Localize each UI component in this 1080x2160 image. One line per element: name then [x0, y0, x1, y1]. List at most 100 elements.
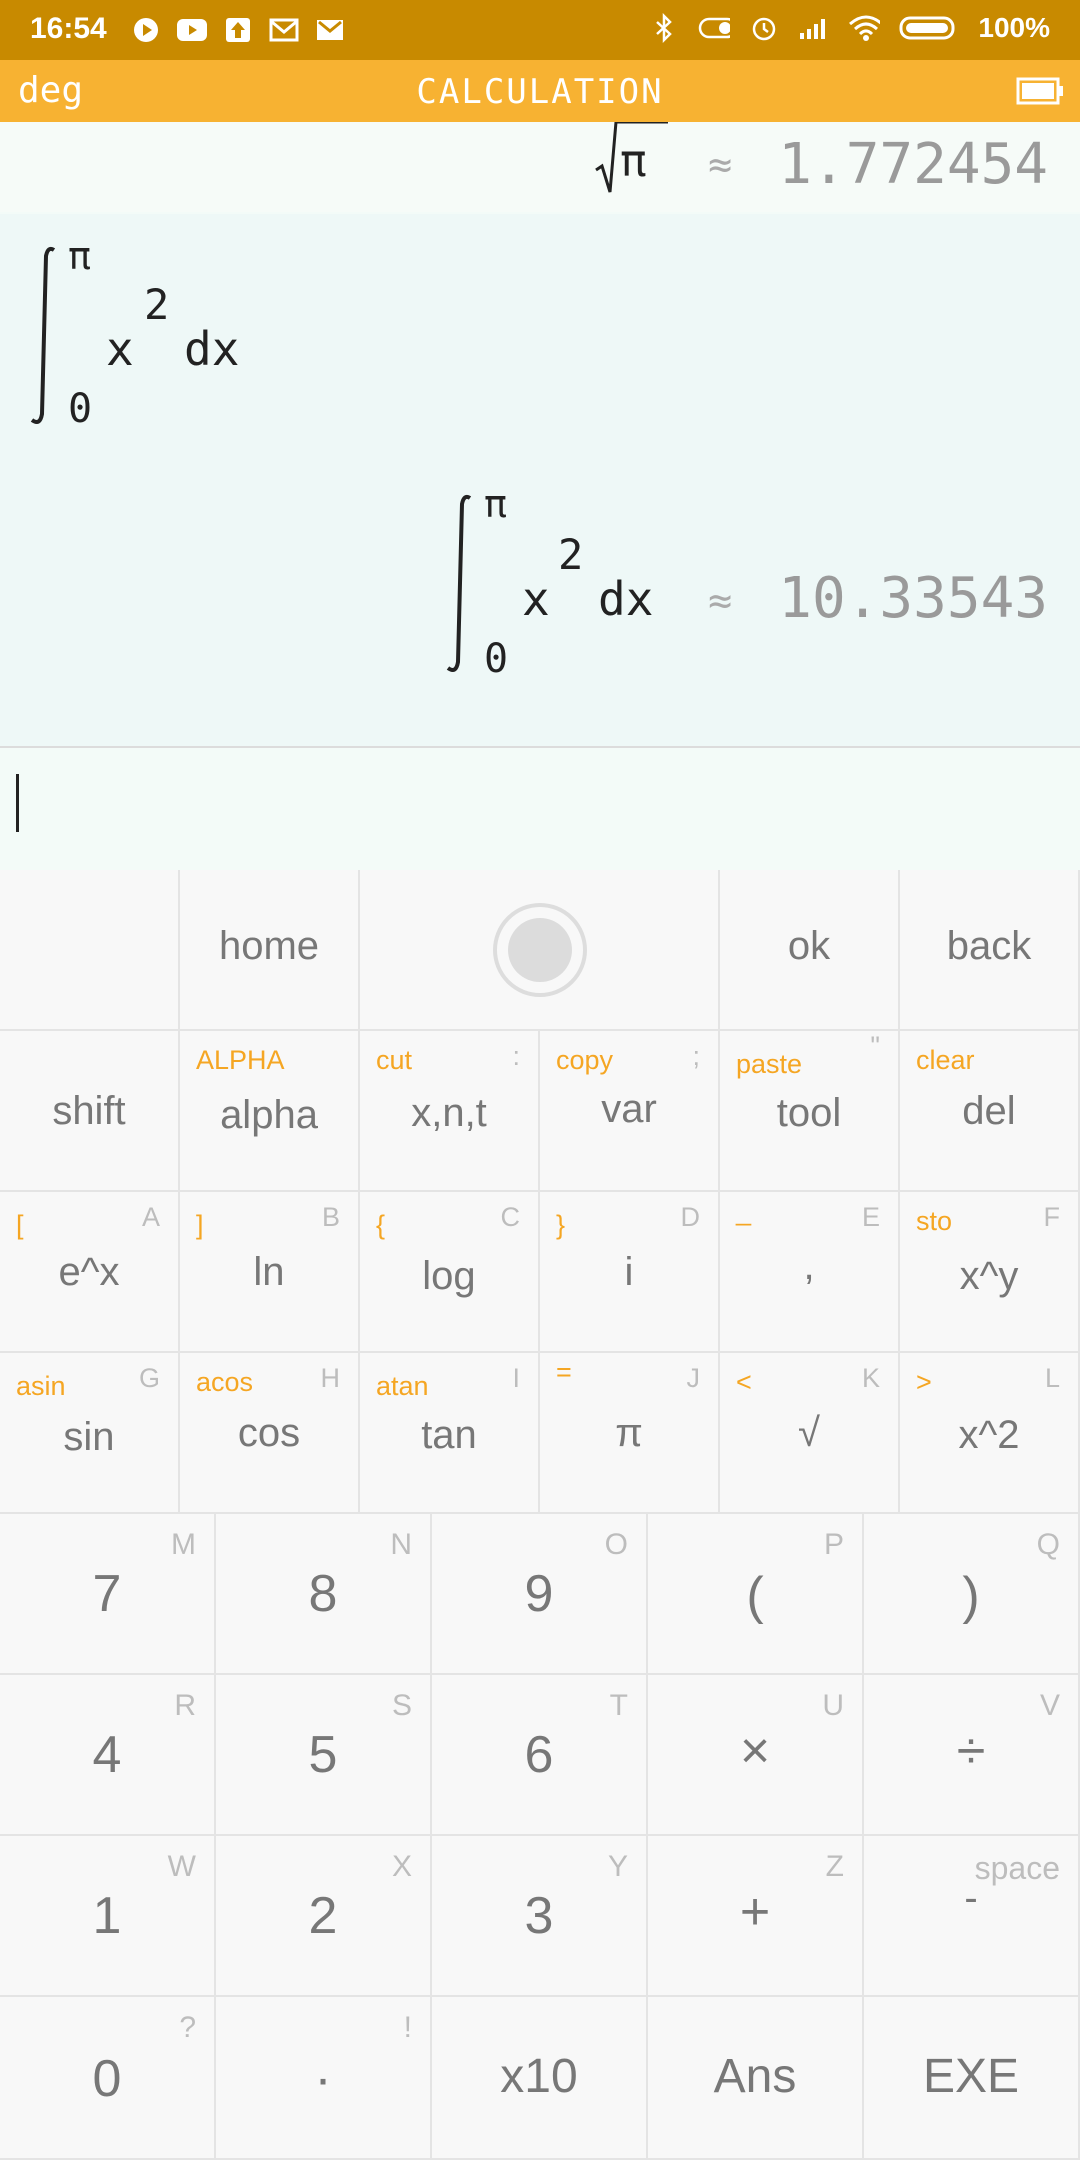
home-key[interactable]: home: [180, 870, 360, 1031]
status-bar: 16:54 100%: [0, 0, 1080, 60]
integral-sign-icon: [446, 494, 472, 672]
shift-key[interactable]: shift: [0, 1031, 180, 1192]
history-expression: π: [620, 136, 647, 187]
digit-9-key[interactable]: O 9: [432, 1514, 648, 1675]
del-key[interactable]: clear del: [900, 1031, 1080, 1192]
digit-3-key[interactable]: Y 3: [432, 1836, 648, 1997]
ln-key[interactable]: ] B ln: [180, 1192, 360, 1353]
pi-key[interactable]: = J π: [540, 1353, 720, 1514]
key-secondary-label: }: [556, 1210, 566, 1240]
key-label: back: [946, 924, 1032, 968]
key-secondary-label: =: [556, 1357, 572, 1387]
key-secondary-label: clear: [916, 1045, 975, 1075]
alarm-icon: [748, 12, 780, 44]
minus-key[interactable]: space -: [864, 1836, 1080, 1997]
calculation-history[interactable]: π ≈ 1.772454 π 0 x 2 dx π 0 x 2 dx ≈ 10.: [0, 122, 1080, 746]
history-result: 10.33543: [778, 566, 1048, 631]
plus-key[interactable]: Z +: [648, 1836, 864, 1997]
tool-key[interactable]: paste " tool: [720, 1031, 900, 1192]
multiply-key[interactable]: U ×: [648, 1675, 864, 1836]
battery-percent: 100%: [978, 12, 1050, 43]
key-label: +: [739, 1883, 771, 1941]
key-label: 5: [308, 1726, 338, 1784]
times-ten-key[interactable]: x10: [432, 1997, 648, 2160]
tan-key[interactable]: atan I tan: [360, 1353, 540, 1514]
key-alpha-label: B: [321, 1202, 340, 1232]
close-paren-key[interactable]: Q ): [864, 1514, 1080, 1675]
imaginary-key[interactable]: } D i: [540, 1192, 720, 1353]
key-alpha-label: U: [822, 1689, 844, 1722]
key-label: 1: [92, 1887, 122, 1945]
digit-7-key[interactable]: M 7: [0, 1514, 216, 1675]
key-alpha-label: V: [1039, 1689, 1060, 1722]
digit-6-key[interactable]: T 6: [432, 1675, 648, 1836]
history-result: 1.772454: [778, 132, 1048, 197]
key-alpha-label: G: [138, 1363, 160, 1393]
ans-key[interactable]: Ans: [648, 1997, 864, 2160]
key-alpha-label: S: [391, 1689, 412, 1722]
log-key[interactable]: { C log: [360, 1192, 540, 1353]
cos-key[interactable]: acos H cos: [180, 1353, 360, 1514]
key-label: 4: [92, 1726, 122, 1784]
alpha-key[interactable]: ALPHA alpha: [180, 1031, 360, 1192]
key-secondary-label: ]: [196, 1210, 204, 1240]
key-label: log: [422, 1254, 476, 1298]
history-entry[interactable]: π ≈ 1.772454: [0, 122, 1080, 212]
key-secondary-label: [: [16, 1210, 24, 1240]
key-label: cos: [237, 1411, 301, 1455]
integrand-exponent: 2: [144, 280, 170, 329]
key-label: 2: [308, 1887, 338, 1945]
back-key[interactable]: back: [900, 870, 1080, 1031]
key-alpha-label: J: [686, 1363, 701, 1393]
blank-key: [0, 870, 180, 1031]
expression-input[interactable]: [0, 748, 1080, 870]
open-paren-key[interactable]: P (: [648, 1514, 864, 1675]
key-label: var: [601, 1087, 657, 1131]
dpad-key[interactable]: [360, 870, 720, 1031]
mail-icon: [268, 14, 300, 46]
ok-key[interactable]: ok: [720, 870, 900, 1031]
history-output-expression: π 0 x 2 dx: [440, 482, 700, 696]
key-label: 8: [308, 1565, 338, 1623]
upload-icon: [222, 14, 254, 46]
key-label: x^2: [958, 1413, 1020, 1457]
key-alpha-label: X: [391, 1850, 412, 1883]
key-label: tan: [421, 1413, 477, 1457]
sqrt-key[interactable]: < K √: [720, 1353, 900, 1514]
digit-0-key[interactable]: ? 0: [0, 1997, 216, 2160]
battery-status-icon: [898, 12, 960, 44]
key-label: -: [964, 1876, 978, 1920]
key-label: alpha: [220, 1093, 318, 1137]
dpad-circle-icon[interactable]: [493, 903, 587, 997]
digit-2-key[interactable]: X 2: [216, 1836, 432, 1997]
digit-4-key[interactable]: R 4: [0, 1675, 216, 1836]
comma-key[interactable]: _ E ,: [720, 1192, 900, 1353]
xnt-key[interactable]: cut : x,n,t: [360, 1031, 540, 1192]
notification-icons: [130, 14, 346, 46]
key-label: shift: [52, 1089, 126, 1133]
history-entry[interactable]: π 0 x 2 dx π 0 x 2 dx ≈ 10.33543: [0, 214, 1080, 746]
exe-key[interactable]: EXE: [864, 1997, 1080, 2160]
decimal-point-key[interactable]: ! ·: [216, 1997, 432, 2160]
var-key[interactable]: copy ; var: [540, 1031, 720, 1192]
key-label: x10: [500, 2050, 578, 2103]
key-label: √: [798, 1411, 820, 1455]
square-key[interactable]: > L x^2: [900, 1353, 1080, 1514]
sin-key[interactable]: asin G sin: [0, 1353, 180, 1514]
keypad: home ok back shift ALPHA alpha cut : x,n…: [0, 870, 1080, 2160]
digit-1-key[interactable]: W 1: [0, 1836, 216, 1997]
digit-5-key[interactable]: S 5: [216, 1675, 432, 1836]
power-key[interactable]: sto F x^y: [900, 1192, 1080, 1353]
key-label: π: [615, 1411, 643, 1455]
key-secondary-label: acos: [196, 1367, 254, 1397]
divide-key[interactable]: V ÷: [864, 1675, 1080, 1836]
key-alpha-label: M: [171, 1528, 196, 1561]
digit-8-key[interactable]: N 8: [216, 1514, 432, 1675]
integral-upper-bound: π: [484, 482, 507, 526]
exp-key[interactable]: [ A e^x: [0, 1192, 180, 1353]
integral-lower-bound: 0: [484, 636, 509, 682]
key-alpha-label: ?: [179, 2011, 196, 2044]
key-label: (: [746, 1567, 764, 1625]
key-label: x,n,t: [411, 1091, 487, 1135]
key-label: del: [962, 1089, 1016, 1133]
